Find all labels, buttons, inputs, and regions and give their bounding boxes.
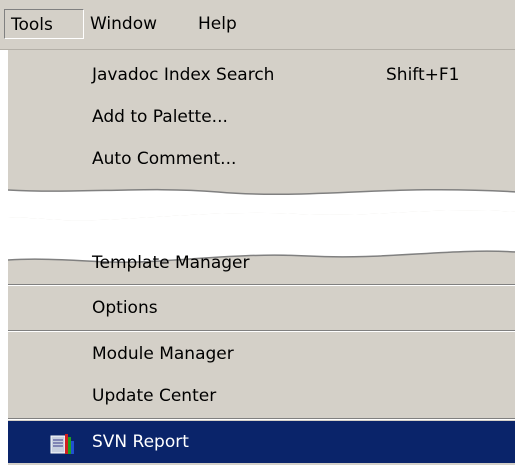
menu-item-options[interactable]: Options bbox=[8, 287, 515, 329]
menu-item-add-to-palette[interactable]: Add to Palette... bbox=[8, 96, 515, 138]
menu-separator bbox=[8, 284, 515, 286]
menu-bar: Tools Window Help bbox=[0, 0, 515, 50]
menu-item-label: Options bbox=[92, 298, 158, 318]
menu-separator bbox=[8, 418, 515, 420]
menu-item-label: Javadoc Index Search bbox=[92, 65, 275, 85]
menu-item-label: Module Manager bbox=[92, 344, 234, 364]
svn-report-icon bbox=[49, 430, 75, 454]
menu-help[interactable]: Help bbox=[190, 9, 245, 39]
menu-item-label: SVN Report bbox=[92, 432, 189, 452]
menu-item-label: Update Center bbox=[92, 386, 217, 406]
menu-tools[interactable]: Tools bbox=[4, 9, 84, 39]
menu-item-auto-comment[interactable]: Auto Comment... bbox=[8, 138, 515, 180]
tools-dropdown-menu: Javadoc Index Search Shift+F1 Add to Pal… bbox=[6, 50, 515, 465]
menu-item-shortcut: Shift+F1 bbox=[386, 65, 460, 85]
menu-item-template-manager[interactable]: Template Manager bbox=[8, 242, 515, 284]
menu-item-label: Auto Comment... bbox=[92, 149, 237, 169]
menu-item-label: Template Manager bbox=[92, 253, 250, 273]
menu-item-module-manager[interactable]: Module Manager bbox=[8, 333, 515, 375]
menu-item-update-center[interactable]: Update Center bbox=[8, 375, 515, 417]
menu-item-svn-report[interactable]: SVN Report bbox=[8, 421, 515, 463]
menu-item-javadoc-index-search[interactable]: Javadoc Index Search Shift+F1 bbox=[8, 54, 515, 96]
menu-item-label: Add to Palette... bbox=[92, 107, 228, 127]
menu-separator bbox=[8, 330, 515, 332]
menu-window[interactable]: Window bbox=[82, 9, 165, 39]
